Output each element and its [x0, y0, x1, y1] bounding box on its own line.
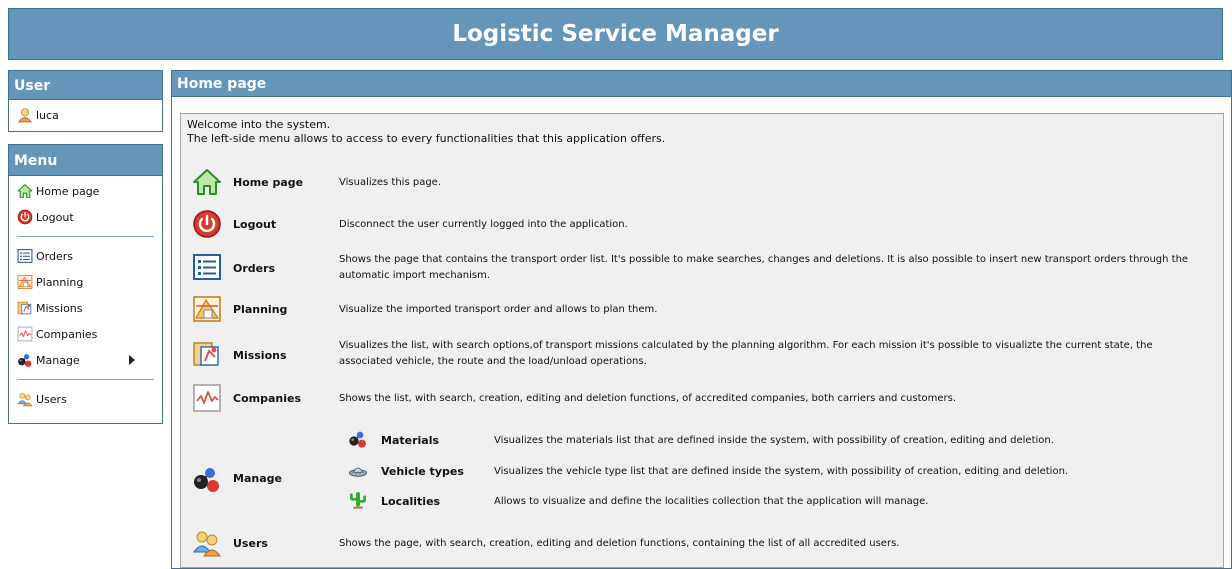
entry-name: Companies: [233, 392, 301, 405]
entry-description: Disconnect the user currently logged int…: [339, 219, 628, 230]
users-icon: [17, 391, 33, 407]
entry-description: Shows the page, with search, creation, e…: [339, 538, 900, 549]
entry-description: Shows the list, with search, creation, e…: [339, 393, 957, 404]
menu-item-label: Home page: [36, 184, 100, 198]
main-panel: Home page Welcome into the system. The l…: [171, 70, 1232, 569]
list-icon: [17, 248, 33, 264]
users-icon: [192, 528, 222, 558]
sub-entry-name: Vehicle types: [381, 465, 464, 478]
menu-divider: [17, 379, 154, 380]
entry-name: Manage: [233, 472, 282, 485]
missions-icon: [192, 339, 222, 369]
user-row: luca: [9, 102, 162, 128]
sub-entry-name: Localities: [381, 495, 441, 508]
planning-icon: [17, 274, 33, 290]
submenu-arrow-icon: [129, 355, 135, 365]
sub-entry-name: Materials: [381, 434, 440, 447]
entry-name: Logout: [233, 218, 277, 231]
menu-item-label: Orders: [36, 249, 73, 263]
entry-name: Planning: [233, 303, 288, 316]
entry-description: Visualizes the list, with search options…: [339, 340, 1153, 367]
user-panel-title: User: [8, 70, 163, 100]
menu-item-label: Users: [36, 392, 67, 406]
sub-entry-description: Visualizes the materials list that are d…: [494, 435, 1054, 446]
entry-name: Missions: [233, 349, 287, 362]
welcome-line-2: The left-side menu allows to access to e…: [187, 132, 666, 145]
cactus-icon: [348, 490, 368, 510]
ufo-icon: [348, 461, 368, 481]
entry-description: Visualize the imported transport order a…: [339, 304, 658, 315]
user-panel: User luca: [8, 70, 163, 132]
menu-item-users[interactable]: Users: [9, 386, 162, 412]
sub-entry-description: Visualizes the vehicle type list that ar…: [494, 466, 1069, 477]
menu-panel-title: Menu: [8, 144, 163, 176]
sub-entry-description: Allows to visualize and define the local…: [494, 496, 929, 507]
username: luca: [36, 108, 59, 122]
power-icon: [17, 209, 33, 225]
menu-item-home-page[interactable]: Home page: [9, 178, 162, 204]
app-title: Logistic Service Manager: [452, 21, 779, 47]
menu-item-orders[interactable]: Orders: [9, 243, 162, 269]
menu-item-manage[interactable]: Manage: [9, 347, 162, 373]
list-icon: [192, 252, 222, 282]
menu-item-logout[interactable]: Logout: [9, 204, 162, 230]
entry-name: Orders: [233, 262, 276, 275]
menu-panel: Menu Home page Logout Orders Planning Mi…: [8, 144, 163, 424]
menu-item-missions[interactable]: Missions: [9, 295, 162, 321]
menu-item-label: Missions: [36, 301, 83, 315]
molecule-icon: [17, 352, 33, 368]
menu-item-label: Companies: [36, 327, 98, 341]
menu-item-planning[interactable]: Planning: [9, 269, 162, 295]
home-icon: [17, 183, 33, 199]
menu-item-companies[interactable]: Companies: [9, 321, 162, 347]
home-icon: [192, 167, 222, 197]
page-title: Home page: [172, 71, 1231, 97]
home-content: Welcome into the system. The left-side m…: [180, 113, 1224, 568]
power-icon: [192, 209, 222, 239]
entry-name: Home page: [233, 176, 304, 189]
missions-icon: [17, 300, 33, 316]
app-title-banner: Logistic Service Manager: [8, 8, 1223, 60]
entry-name: Users: [233, 537, 268, 550]
menu-item-label: Planning: [36, 275, 84, 289]
welcome-text: Welcome into the system. The left-side m…: [187, 118, 665, 146]
entry-description: Visualizes this page.: [339, 177, 442, 188]
chart-icon: [17, 326, 33, 342]
planning-icon: [192, 294, 222, 324]
help-entry-manage: Manage Materials Visualizes the material…: [181, 419, 1221, 529]
molecule-icon: [348, 429, 368, 449]
molecule-icon: [192, 464, 222, 494]
user-icon: [17, 107, 33, 123]
menu-divider: [17, 236, 154, 237]
welcome-line-1: Welcome into the system.: [187, 118, 331, 131]
entry-description: Shows the page that contains the transpo…: [339, 254, 1189, 281]
menu-item-label: Logout: [36, 210, 74, 224]
chart-icon: [192, 383, 222, 413]
menu-item-label: Manage: [36, 353, 80, 367]
